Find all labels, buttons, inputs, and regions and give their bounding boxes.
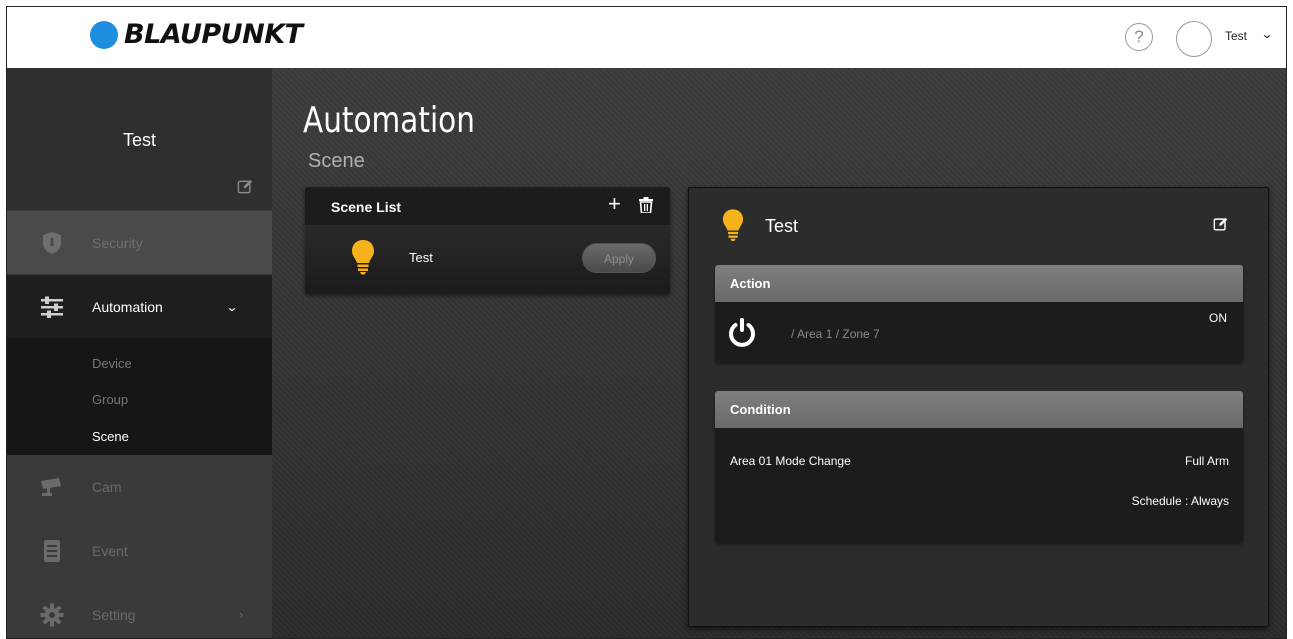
action-header: Action bbox=[715, 265, 1243, 302]
sidebar-item-label: Security bbox=[92, 234, 143, 251]
sidebar-item-event[interactable]: Event bbox=[7, 519, 272, 582]
action-target: / Area 1 / Zone 7 bbox=[791, 327, 880, 341]
sidebar-item-label: Setting bbox=[92, 606, 136, 623]
sidebar-item-label: Automation bbox=[92, 298, 163, 315]
condition-section: Condition Area 01 Mode Change Full Arm S… bbox=[715, 391, 1243, 542]
apply-button[interactable]: Apply bbox=[582, 243, 656, 273]
edit-icon[interactable] bbox=[237, 178, 254, 195]
gear-icon bbox=[40, 603, 64, 626]
condition-schedule: Schedule : Always bbox=[1131, 494, 1229, 508]
scene-detail-panel: Test Action / Area 1 / Zone 7 ON Conditi… bbox=[688, 187, 1269, 627]
sidebar-item-automation[interactable]: Automation ⌄ bbox=[7, 275, 272, 338]
power-icon bbox=[729, 318, 755, 347]
lightbulb-icon bbox=[352, 240, 374, 275]
user-name[interactable]: Test bbox=[1225, 29, 1247, 43]
scene-list-item[interactable]: Test Apply bbox=[305, 225, 670, 289]
sidebar: Test Security Automation ⌄ Device Group … bbox=[7, 68, 272, 638]
submenu-item-device[interactable]: Device bbox=[92, 356, 132, 371]
page-subtitle: Scene bbox=[308, 150, 365, 172]
user-avatar[interactable] bbox=[1176, 21, 1212, 57]
action-value: ON bbox=[1209, 311, 1227, 325]
sidebar-item-label: Cam bbox=[92, 478, 122, 495]
action-section: Action / Area 1 / Zone 7 ON bbox=[715, 265, 1243, 362]
brand-logo-dot bbox=[90, 20, 118, 49]
sidebar-item-setting[interactable]: Setting › bbox=[7, 583, 272, 638]
sidebar-item-cam[interactable]: Cam bbox=[7, 455, 272, 518]
chevron-down-icon: ⌄ bbox=[225, 299, 239, 314]
list-icon bbox=[44, 539, 60, 562]
brand-name: BLAUPUNKT bbox=[124, 19, 303, 50]
submenu-item-group[interactable]: Group bbox=[92, 392, 128, 407]
trash-icon[interactable] bbox=[639, 197, 653, 213]
page-title: Automation bbox=[303, 100, 475, 141]
chevron-right-icon: › bbox=[239, 607, 244, 622]
condition-header: Condition bbox=[715, 391, 1243, 428]
sidebar-item-label: Event bbox=[92, 542, 128, 559]
sliders-icon bbox=[41, 296, 63, 318]
top-header: BLAUPUNKT ? Test ⌄ bbox=[7, 7, 1286, 68]
scene-name: Test bbox=[409, 250, 433, 265]
scene-detail-name: Test bbox=[765, 216, 799, 236]
condition-value: Full Arm bbox=[1184, 454, 1229, 468]
edit-icon[interactable] bbox=[1213, 216, 1229, 232]
profile-name: Test bbox=[122, 130, 156, 150]
brand-logo[interactable]: BLAUPUNKT bbox=[90, 19, 303, 50]
automation-submenu: Device Group Scene bbox=[7, 338, 272, 455]
scene-list-title: Scene List bbox=[331, 199, 402, 215]
user-menu-chevron-down-icon[interactable]: ⌄ bbox=[1260, 27, 1273, 41]
submenu-item-scene[interactable]: Scene bbox=[92, 429, 129, 444]
condition-label: Area 01 Mode Change bbox=[730, 454, 851, 468]
help-button[interactable]: ? bbox=[1125, 23, 1153, 51]
shield-icon bbox=[43, 231, 61, 254]
sidebar-item-security[interactable]: Security bbox=[7, 211, 272, 274]
lightbulb-icon bbox=[722, 209, 744, 242]
scene-list-panel: Scene List + Test Apply bbox=[305, 187, 670, 294]
camera-icon bbox=[41, 477, 61, 496]
add-icon[interactable]: + bbox=[608, 191, 621, 217]
sidebar-profile: Test bbox=[7, 68, 272, 210]
app-frame: BLAUPUNKT ? Test ⌄ Test Security Automat… bbox=[6, 6, 1287, 639]
